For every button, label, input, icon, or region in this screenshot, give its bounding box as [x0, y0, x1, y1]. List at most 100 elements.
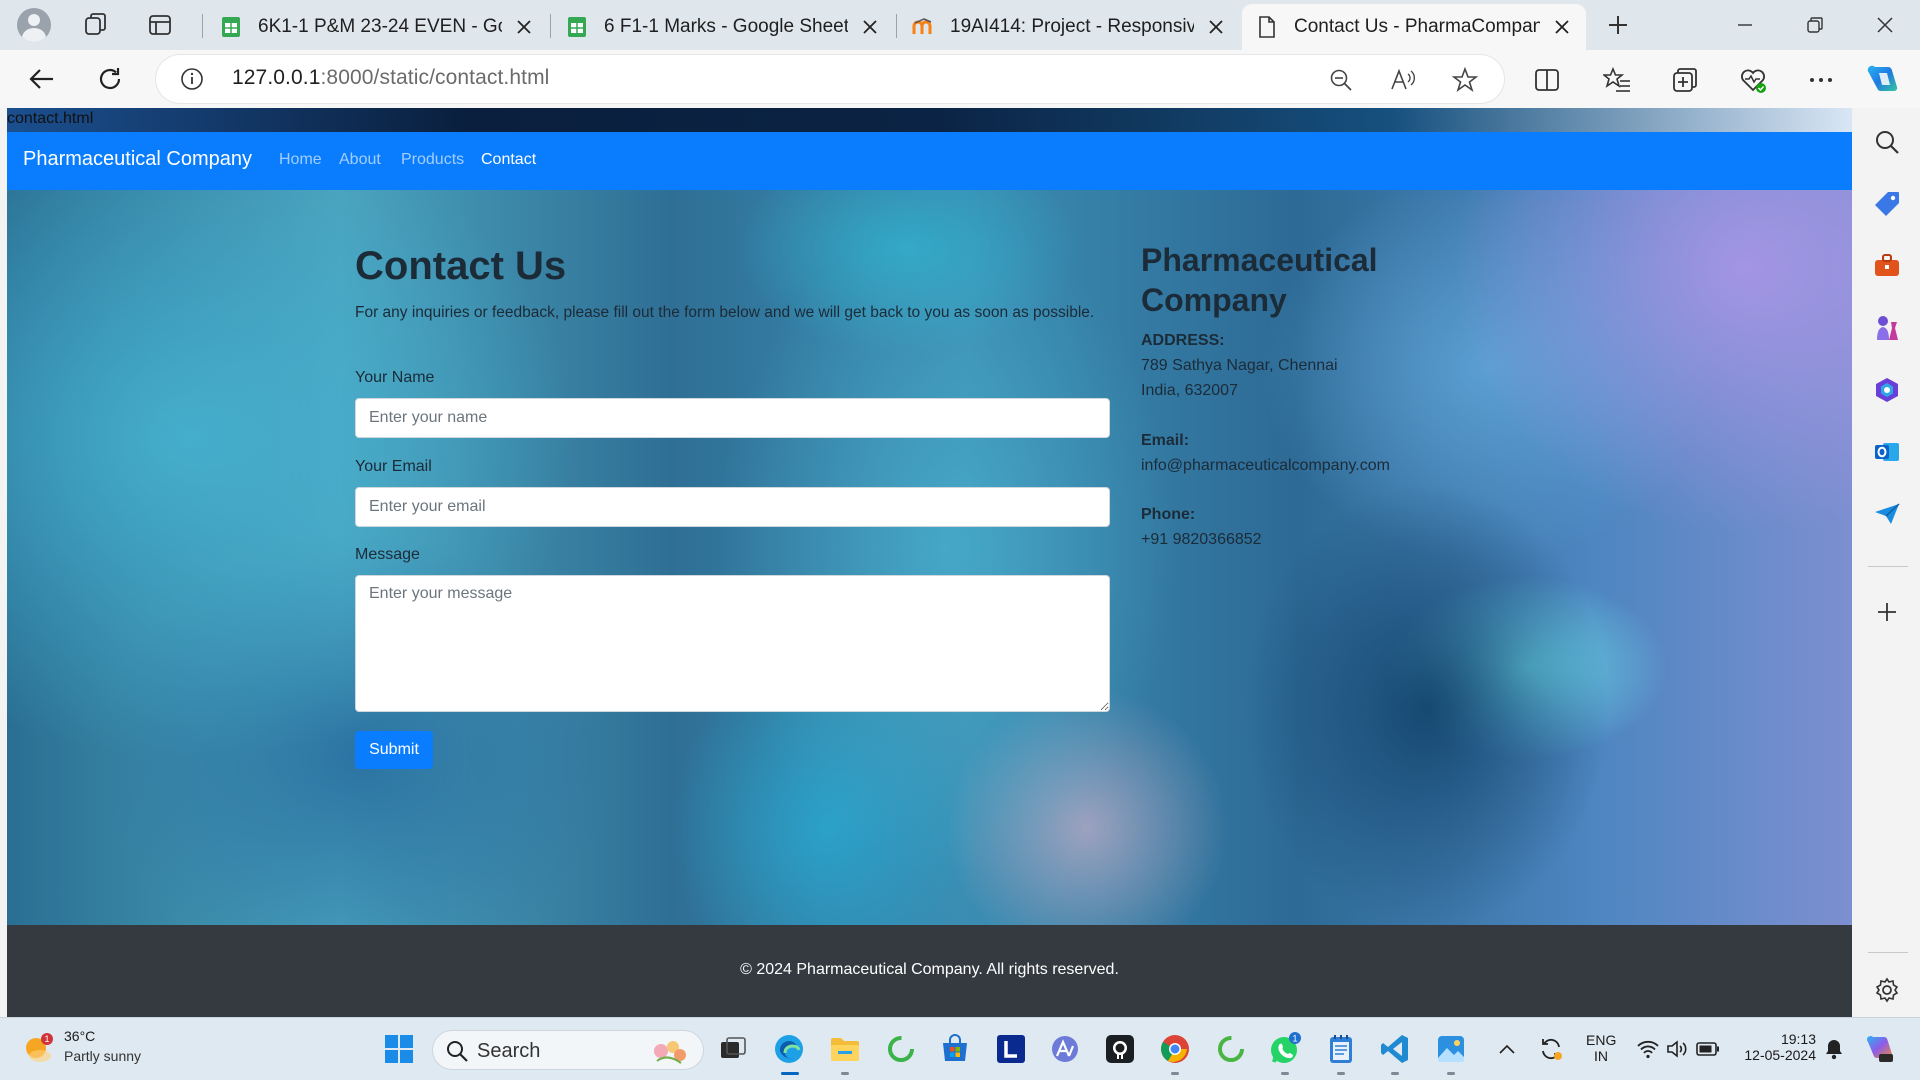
favorites-icon[interactable] [1600, 63, 1634, 97]
weather-condition: Partly sunny [64, 1048, 142, 1064]
more-options-icon[interactable] [1804, 63, 1838, 97]
nav-link-about[interactable]: About [339, 151, 381, 169]
whatsapp-running-indicator [1281, 1072, 1289, 1075]
window-close-icon[interactable] [1850, 0, 1920, 50]
send-drop-icon[interactable] [1871, 498, 1903, 530]
shopping-tag-icon[interactable] [1871, 188, 1903, 220]
language-indicator[interactable]: ENG IN [1586, 1032, 1616, 1064]
sidebar-divider [1868, 952, 1908, 953]
sync-tray-icon[interactable] [1534, 1030, 1568, 1068]
chrome-icon[interactable] [1156, 1030, 1194, 1068]
read-aloud-icon[interactable] [1390, 67, 1416, 93]
photos-icon[interactable] [1432, 1030, 1470, 1068]
favorite-star-icon[interactable] [1452, 67, 1478, 93]
search-highlight-flower-icon [647, 1035, 691, 1067]
status-text: contact.html [7, 110, 94, 127]
nav-link-contact[interactable]: Contact [481, 151, 536, 169]
search-placeholder: Search [477, 1040, 541, 1062]
search-icon [445, 1039, 469, 1063]
zoom-out-icon[interactable] [1328, 67, 1354, 93]
l-app-icon[interactable] [992, 1030, 1030, 1068]
games-chess-icon[interactable] [1871, 312, 1903, 344]
sidebar-divider [1868, 566, 1908, 567]
tab-contact-active[interactable]: Contact Us - PharmaCompany [1242, 4, 1586, 50]
copilot-icon[interactable] [1866, 63, 1900, 97]
tab-title: 19AI414: Project - Responsive [950, 16, 1194, 37]
tools-briefcase-icon[interactable] [1871, 250, 1903, 282]
add-sidebar-app-icon[interactable] [1871, 596, 1903, 628]
email-input[interactable] [355, 487, 1110, 527]
edge-browser-icon[interactable] [770, 1030, 808, 1068]
tab-moodle[interactable]: 19AI414: Project - Responsive [898, 4, 1240, 50]
battery-icon[interactable] [1692, 1030, 1724, 1068]
new-tab-icon[interactable] [1602, 9, 1634, 41]
tab-separator [550, 14, 551, 38]
refresh-circle-app-icon[interactable] [882, 1030, 920, 1068]
back-arrow-icon[interactable] [24, 61, 60, 97]
copilot-preview-taskbar-icon[interactable] [1862, 1030, 1898, 1068]
vscode-icon[interactable] [1376, 1030, 1414, 1068]
github-icon[interactable] [1101, 1030, 1139, 1068]
nav-link-products[interactable]: Products [401, 151, 464, 169]
close-icon[interactable] [860, 17, 880, 37]
submit-button[interactable]: Submit [355, 731, 433, 769]
address-bar[interactable]: 127.0.0.1:8000/static/contact.html [156, 55, 1504, 103]
volume-icon[interactable] [1662, 1030, 1694, 1068]
refresh-icon[interactable] [92, 61, 128, 97]
profile-button[interactable] [14, 7, 54, 43]
file-explorer-icon[interactable] [826, 1030, 864, 1068]
clock[interactable]: 19:13 12-05-2024 [1736, 1031, 1816, 1063]
taskbar-search-box[interactable]: Search [432, 1030, 704, 1070]
page-top-strip: contact.html [7, 108, 1852, 132]
whatsapp-badge-count: 1 [1292, 1034, 1297, 1044]
browser-essentials-icon[interactable] [1736, 63, 1770, 97]
close-icon[interactable] [1206, 17, 1226, 37]
split-screen-icon[interactable] [1530, 63, 1564, 97]
message-textarea[interactable] [355, 575, 1110, 712]
green-circle-app-icon[interactable] [1212, 1030, 1250, 1068]
sidebar-settings-gear-icon[interactable] [1871, 974, 1903, 1006]
profile-avatar-icon [17, 8, 51, 42]
sidebar-search-icon[interactable] [1871, 126, 1903, 158]
vertical-tabs-icon[interactable] [144, 9, 176, 41]
task-view-icon[interactable] [714, 1030, 752, 1068]
wifi-icon[interactable] [1632, 1030, 1664, 1068]
whatsapp-icon[interactable]: 1 [1266, 1030, 1304, 1068]
workspaces-icon[interactable] [80, 9, 112, 41]
weather-temperature: 36°C [64, 1028, 96, 1044]
edge-running-indicator [781, 1072, 799, 1075]
phone-label: Phone: [1141, 506, 1196, 523]
name-input[interactable] [355, 398, 1110, 438]
close-icon[interactable] [1552, 17, 1572, 37]
clock-date: 12-05-2024 [1744, 1047, 1816, 1063]
address-line-1: 789 Sathya Nagar, Chennai [1141, 357, 1338, 374]
notification-bell-icon[interactable] [1818, 1030, 1850, 1068]
show-hidden-icons-chevron-up-icon[interactable] [1494, 1030, 1520, 1068]
outlook-icon[interactable] [1871, 436, 1903, 468]
tab-sheets-2[interactable]: 6 F1-1 Marks - Google Sheets [552, 4, 894, 50]
minimize-icon[interactable] [1710, 0, 1780, 50]
notepad-icon[interactable] [1322, 1030, 1360, 1068]
weather-badge-count: 1 [44, 1034, 49, 1044]
restore-icon[interactable] [1780, 0, 1850, 50]
microsoft-365-icon[interactable] [1871, 374, 1903, 406]
email-info-label: Email: [1141, 432, 1190, 449]
nav-link-home[interactable]: Home [279, 151, 322, 169]
tab-strip: 6K1-1 P&M 23-24 EVEN - Goo 6 F1-1 Marks … [0, 0, 1920, 50]
tab-sheets-1[interactable]: 6K1-1 P&M 23-24 EVEN - Goo [206, 4, 548, 50]
footer-copyright: © 2024 Pharmaceutical Company. All right… [740, 961, 1119, 978]
contact-intro-text: For any inquiries or feedback, please fi… [355, 304, 1095, 321]
url-host: 127.0.0.1 [232, 66, 321, 89]
ai-app-icon[interactable] [1046, 1030, 1084, 1068]
navbar-brand[interactable]: Pharmaceutical Company [23, 148, 252, 171]
page-icon [1256, 16, 1278, 38]
google-sheets-icon [566, 16, 588, 38]
close-icon[interactable] [514, 17, 534, 37]
clock-time: 19:13 [1780, 1031, 1816, 1047]
edge-sidebar [1854, 108, 1920, 1017]
url-text[interactable]: 127.0.0.1:8000/static/contact.html [232, 66, 549, 90]
site-info-icon[interactable] [180, 67, 204, 91]
microsoft-store-icon[interactable] [936, 1030, 974, 1068]
collections-icon[interactable] [1668, 63, 1702, 97]
windows-start-icon[interactable] [380, 1030, 418, 1068]
